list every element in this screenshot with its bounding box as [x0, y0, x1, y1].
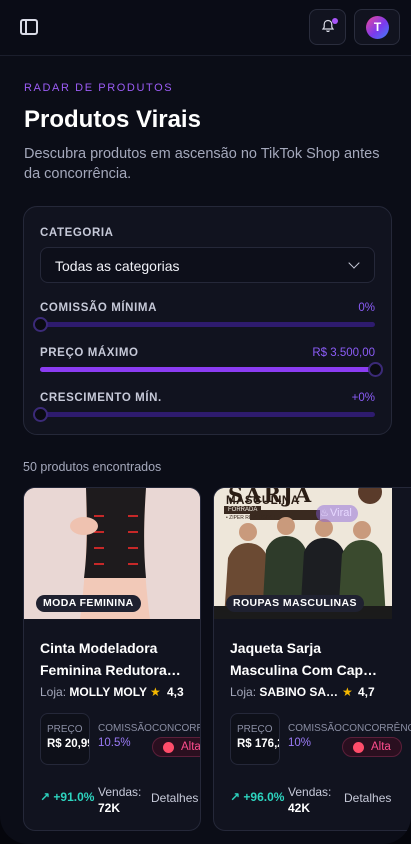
max-price-slider-fill [40, 367, 375, 372]
details-button[interactable]: Detalhes [151, 791, 198, 805]
product-card[interactable]: MODA FEMININA Cinta Modeladora Feminina … [23, 487, 201, 831]
commission-stat: COMISSÃO 10.5% [92, 713, 152, 765]
competition-stat: CONCORRÊNCIA Alta [152, 713, 201, 765]
flame-icon: ♨ [320, 508, 329, 519]
viral-label: Viral [330, 507, 352, 519]
commission-label: COMISSÃO MÍNIMA [40, 302, 157, 314]
viral-badge: ♨ Viral [316, 505, 358, 522]
price-stat-label: PREÇO [237, 724, 273, 735]
price-stat: PREÇO R$ 20,99 [40, 713, 90, 765]
max-price-slider[interactable] [40, 362, 383, 377]
section-eyebrow: RADAR DE PRODUTOS [24, 82, 174, 94]
sidebar-toggle-icon[interactable] [20, 19, 38, 35]
commission-slider[interactable] [33, 317, 375, 332]
growth-label: CRESCIMENTO MÍN. [40, 392, 162, 404]
growth-value: +0% [351, 392, 375, 404]
user-menu-button[interactable]: T [354, 9, 400, 45]
price-stat-label: PREÇO [47, 724, 83, 735]
sales-label: Vendas: [288, 785, 332, 799]
growth-percent: +96.0% [243, 790, 285, 804]
product-title[interactable]: Jaqueta Sarja Masculina Com Cap… [230, 637, 380, 681]
price-stat-value: R$ 176,27 [237, 738, 279, 750]
commission-stat: COMISSÃO 10% [282, 713, 342, 765]
product-image: MODA FEMININA [24, 488, 200, 619]
product-card[interactable]: SARJA MASCULINA FORRADA • ZIPER REVERSÍV… [213, 487, 411, 831]
category-badge: ROUPAS MASCULINAS [226, 595, 364, 612]
price-stat-value: R$ 20,99 [47, 738, 90, 750]
notification-dot [332, 18, 338, 24]
category-select-value: Todas as categorias [55, 258, 180, 274]
growth-slider-handle[interactable] [33, 407, 48, 422]
star-icon: ★ [342, 685, 353, 699]
max-price-label: PREÇO MÁXIMO [40, 347, 139, 359]
product-image: SARJA MASCULINA FORRADA • ZIPER REVERSÍV… [214, 488, 392, 619]
category-select[interactable]: Todas as categorias [40, 247, 375, 283]
rating-value: 4,3 [167, 685, 184, 699]
growth-trend: ↗ +91.0% [40, 790, 94, 804]
competition-badge: Alta [342, 737, 402, 757]
product-title[interactable]: Cinta Modeladora Feminina Redutora… [40, 637, 190, 681]
alert-dot-icon [353, 742, 364, 753]
sales-value: 72K [98, 801, 121, 815]
growth-percent: +91.0% [53, 790, 95, 804]
store-name[interactable]: SABINO SA… [259, 685, 338, 699]
category-badge: MODA FEMININA [36, 595, 141, 612]
competition-value: Alta [181, 741, 201, 753]
image-tag: FORRADA [224, 506, 262, 514]
notifications-button[interactable] [309, 9, 346, 45]
category-label: CATEGORIA [40, 227, 114, 239]
avatar: T [366, 16, 389, 39]
trend-up-icon: ↗ [40, 790, 51, 804]
store-prefix: Loja: [40, 685, 67, 699]
sales-value: 42K [288, 801, 311, 815]
details-button[interactable]: Detalhes [344, 791, 391, 805]
star-icon: ★ [150, 685, 161, 699]
page-subtitle: Descubra produtos em ascensão no TikTok … [24, 146, 380, 182]
top-bar: T [0, 0, 411, 56]
page-title: Produtos Virais [24, 106, 201, 133]
max-price-value: R$ 3.500,00 [312, 347, 375, 359]
store-name[interactable]: MOLLY MOLY [69, 685, 147, 699]
competition-stat-label: CONCORRÊNCIA [152, 723, 200, 734]
rating-value: 4,7 [358, 685, 375, 699]
competition-stat-label: CONCORRÊNCIA [342, 723, 411, 734]
commission-stat-label: COMISSÃO [288, 723, 342, 734]
competition-value: Alta [371, 741, 391, 753]
alert-dot-icon [163, 742, 174, 753]
commission-value: 0% [358, 302, 375, 314]
max-price-slider-handle[interactable] [368, 362, 383, 377]
sales-info: Vendas: 42K [288, 784, 336, 816]
competition-stat: CONCORRÊNCIA Alta [342, 713, 411, 765]
commission-stat-value: 10% [288, 737, 312, 749]
filters-panel: CATEGORIA Todas as categorias COMISSÃO M… [23, 206, 392, 435]
chevron-down-icon [348, 257, 360, 269]
store-prefix: Loja: [230, 685, 257, 699]
price-stat: PREÇO R$ 176,27 [230, 713, 280, 765]
sales-label: Vendas: [98, 785, 142, 799]
commission-stat-value: 10.5% [98, 737, 131, 749]
commission-slider-handle[interactable] [33, 317, 48, 332]
growth-trend: ↗ +96.0% [230, 790, 284, 804]
competition-badge: Alta [152, 737, 201, 757]
trend-up-icon: ↗ [230, 790, 241, 804]
app-screen: T RADAR DE PRODUTOS Produtos Virais Desc… [0, 0, 411, 844]
results-count: 50 produtos encontrados [23, 460, 162, 474]
sales-info: Vendas: 72K [98, 784, 146, 816]
growth-slider[interactable] [33, 407, 375, 422]
image-note: • ZIPER REVERSÍVEL [226, 515, 277, 521]
commission-stat-label: COMISSÃO [98, 723, 152, 734]
